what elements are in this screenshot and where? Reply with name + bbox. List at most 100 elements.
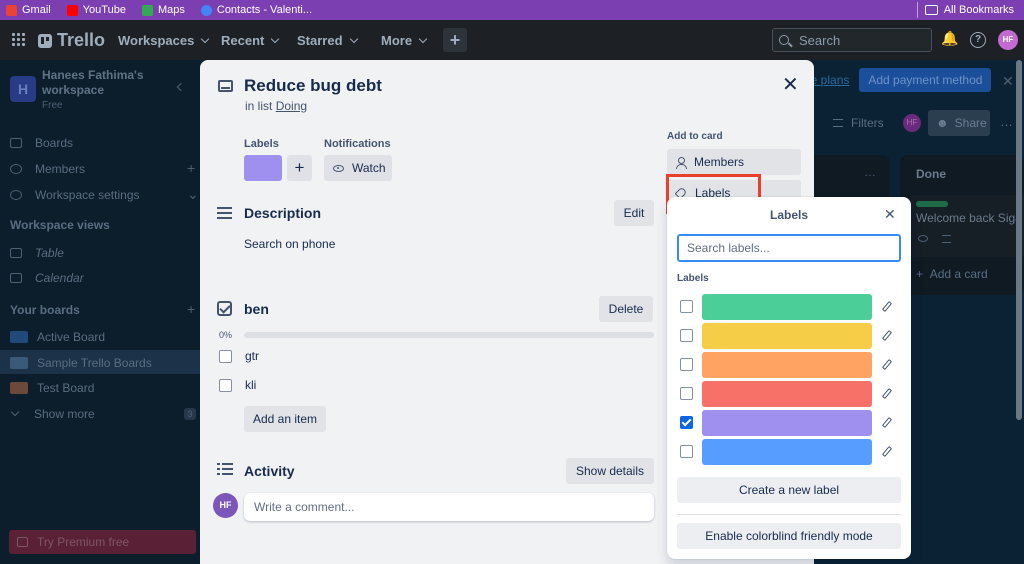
label-row[interactable] <box>677 381 901 407</box>
bookmark-contacts[interactable]: Contacts - Valenti... <box>200 4 312 16</box>
list-menu-icon[interactable]: … <box>864 165 876 179</box>
add-member-icon[interactable]: + <box>187 160 195 176</box>
sidebar-item-workspace-settings[interactable]: Workspace settings <box>10 188 140 202</box>
collapse-sidebar-icon[interactable] <box>176 82 186 92</box>
list-link[interactable]: Doing <box>276 99 307 113</box>
filter-icon <box>833 119 843 127</box>
label-color-bar[interactable] <box>702 352 872 378</box>
chevron-down-icon <box>201 34 210 43</box>
filters-button[interactable]: Filters <box>833 116 884 130</box>
label-color-bar[interactable] <box>702 381 872 407</box>
checkbox[interactable] <box>219 378 232 392</box>
try-premium-button[interactable]: Try Premium free <box>9 530 196 554</box>
workspace-name[interactable]: Hanees Fathima's workspace <box>42 68 162 98</box>
sidebar-item-members[interactable]: Members <box>10 162 85 176</box>
board-card[interactable]: Welcome back Siga <box>908 195 1024 257</box>
person-add-icon: ☻ <box>936 116 949 130</box>
pencil-icon[interactable] <box>881 330 893 341</box>
add-payment-method-button[interactable]: Add payment method <box>859 68 992 92</box>
create-label-button[interactable]: Create a new label <box>677 477 901 503</box>
boards-icon <box>10 138 22 148</box>
colorblind-mode-button[interactable]: Enable colorblind friendly mode <box>677 523 901 549</box>
label-color-bar[interactable] <box>702 439 872 465</box>
card-label <box>916 201 948 207</box>
card-label-chip[interactable] <box>244 155 282 181</box>
sidebar-board-test-board[interactable]: Test Board <box>10 381 94 395</box>
chevron-down-icon <box>10 407 20 417</box>
label-row[interactable] <box>677 439 901 465</box>
label-checkbox[interactable] <box>680 358 693 371</box>
add-item-button[interactable]: Add an item <box>244 406 326 432</box>
label-checkbox[interactable] <box>680 329 693 342</box>
workspace-badge[interactable]: H <box>10 76 36 102</box>
checklist-item[interactable]: gtr <box>219 349 259 363</box>
person-icon <box>676 156 687 169</box>
nav-recent[interactable]: Recent <box>221 33 280 48</box>
gear-icon <box>10 190 22 200</box>
delete-checklist-button[interactable]: Delete <box>599 296 653 322</box>
nav-workspaces[interactable]: Workspaces <box>118 33 210 48</box>
card-title[interactable]: Reduce bug debt <box>244 76 382 96</box>
label-row[interactable] <box>677 410 901 436</box>
pencil-icon[interactable] <box>881 301 893 312</box>
label-row[interactable] <box>677 352 901 378</box>
pencil-icon[interactable] <box>881 417 893 428</box>
page-scrollbar[interactable] <box>1016 60 1022 420</box>
notifications-icon[interactable]: 🔔 <box>941 31 958 48</box>
label-checkbox[interactable] <box>680 416 693 429</box>
label-color-bar[interactable] <box>702 323 872 349</box>
pencil-icon[interactable] <box>881 359 893 370</box>
nav-more[interactable]: More <box>381 33 428 48</box>
avatar: HF <box>213 493 238 518</box>
help-icon[interactable]: ? <box>970 32 986 48</box>
create-button[interactable]: + <box>443 28 467 52</box>
checkbox[interactable] <box>219 349 232 363</box>
label-row[interactable] <box>677 323 901 349</box>
sidebar-item-table[interactable]: Table <box>10 246 64 260</box>
trello-logo[interactable]: Trello <box>38 30 105 51</box>
app-switcher-icon[interactable] <box>12 33 26 47</box>
label-checkbox[interactable] <box>680 387 693 400</box>
close-icon[interactable]: ✕ <box>782 72 799 97</box>
add-board-icon[interactable]: + <box>187 301 195 317</box>
comment-input[interactable]: Write a comment... <box>244 493 654 521</box>
board-member-avatar[interactable]: HF <box>903 114 921 132</box>
label-checkbox[interactable] <box>680 445 693 458</box>
description-icon <box>942 235 951 243</box>
search-input[interactable]: Search <box>772 28 932 52</box>
nav-starred[interactable]: Starred <box>297 33 358 48</box>
board-menu-icon[interactable]: … <box>1000 114 1013 129</box>
sidebar-item-calendar[interactable]: Calendar <box>10 271 84 285</box>
label-row[interactable] <box>677 294 901 320</box>
account-avatar[interactable]: HF <box>998 30 1018 50</box>
label-color-bar[interactable] <box>702 294 872 320</box>
sidebar-board-active-board[interactable]: Active Board <box>10 330 105 344</box>
label-checkbox[interactable] <box>680 300 693 313</box>
watch-button[interactable]: Watch <box>324 155 392 181</box>
share-button[interactable]: ☻ Share <box>928 110 990 136</box>
edit-description-button[interactable]: Edit <box>614 200 654 226</box>
bookmark-youtube[interactable]: YouTube <box>66 4 126 16</box>
show-details-button[interactable]: Show details <box>566 458 654 484</box>
all-bookmarks[interactable]: All Bookmarks <box>924 0 1014 20</box>
chevron-down-icon[interactable]: ⌄ <box>187 186 199 203</box>
pencil-icon[interactable] <box>881 446 893 457</box>
description-text[interactable]: Search on phone <box>244 237 335 251</box>
close-icon[interactable]: ✕ <box>884 206 896 223</box>
checklist-item[interactable]: kli <box>219 378 256 392</box>
add-card-button[interactable]: + Add a card <box>916 267 988 281</box>
checklist-title[interactable]: ben <box>244 301 269 317</box>
add-label-button[interactable]: + <box>287 155 312 181</box>
pencil-icon[interactable] <box>881 388 893 399</box>
sidebar-board-sample-trello-boards[interactable]: Sample Trello Boards <box>10 356 152 370</box>
list-title[interactable]: Done <box>916 167 946 181</box>
label-color-bar[interactable] <box>702 410 872 436</box>
sidebar-show-more[interactable]: Show more <box>10 407 95 421</box>
sidebar-item-boards[interactable]: Boards <box>10 136 73 150</box>
bookmark-maps[interactable]: Maps <box>141 4 185 16</box>
divider <box>677 514 901 515</box>
bookmark-gmail[interactable]: Gmail <box>6 4 51 16</box>
search-labels-input[interactable]: Search labels... <box>677 234 901 262</box>
close-banner-icon[interactable]: ✕ <box>1002 73 1014 90</box>
members-button[interactable]: Members <box>667 149 801 175</box>
